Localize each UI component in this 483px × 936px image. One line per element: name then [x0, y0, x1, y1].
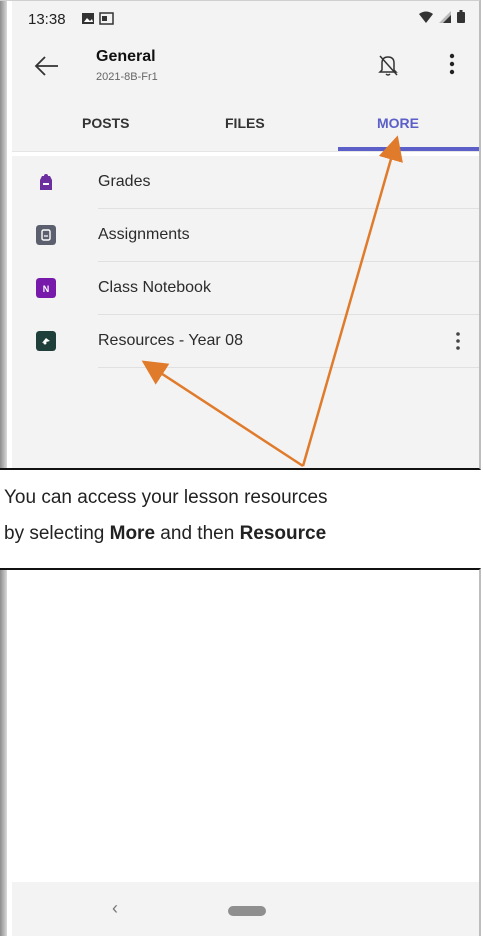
list-item-class-notebook[interactable]: N Class Notebook [12, 262, 479, 315]
back-arrow-icon[interactable] [34, 53, 60, 79]
notification-icons [82, 12, 116, 29]
status-bar: 13:38 [12, 1, 479, 35]
more-options-icon[interactable] [447, 51, 457, 77]
tab-files[interactable]: FILES [225, 115, 265, 131]
signal-icon [439, 10, 451, 23]
item-label: Resources - Year 08 [98, 332, 243, 349]
phone-screenshot-top: 13:38 General 2021-8B-Fr1 POSTS FILES MO… [0, 0, 481, 470]
tab-more[interactable]: MORE [377, 115, 419, 131]
phone-frame-edge [0, 570, 7, 936]
android-navigation-bar: ‹ [12, 882, 479, 936]
notifications-off-icon[interactable] [377, 53, 399, 77]
list-item-assignments[interactable]: Assignments [12, 209, 479, 262]
system-icons [419, 10, 465, 23]
more-tab-list: Grades Assignments N Class Notebook Reso… [12, 156, 479, 468]
nav-home-pill[interactable] [228, 906, 266, 916]
item-more-options-icon[interactable] [455, 331, 461, 351]
channel-title: General [96, 48, 156, 65]
app-bar: General 2021-8B-Fr1 [12, 35, 479, 95]
image-notification-icon [82, 12, 114, 25]
list-item-resources[interactable]: Resources - Year 08 [12, 315, 479, 368]
onenote-icon: N [36, 278, 56, 298]
caption-more-bold: More [109, 523, 156, 544]
item-label: Class Notebook [98, 279, 211, 296]
resources-icon [36, 331, 56, 351]
tab-bar: POSTS FILES MORE [12, 95, 479, 152]
item-label: Grades [98, 173, 151, 190]
phone-screenshot-bottom: ‹ [0, 568, 481, 936]
status-time: 13:38 [28, 11, 66, 28]
caption-line-1: You can access your lesson resources [4, 487, 328, 508]
svg-text:N: N [43, 284, 50, 294]
phone-frame-edge [0, 1, 7, 468]
divider [98, 367, 479, 368]
grades-icon [40, 174, 52, 190]
item-label: Assignments [98, 226, 190, 243]
active-tab-indicator [338, 147, 479, 151]
caption-text: by selecting [4, 523, 110, 544]
team-subtitle: 2021-8B-Fr1 [96, 71, 158, 83]
tab-posts[interactable]: POSTS [82, 115, 129, 131]
caption-resources-bold: Resource [239, 523, 327, 544]
instruction-caption: You can access your lesson resources by … [0, 480, 483, 552]
nav-back-icon[interactable]: ‹ [112, 898, 118, 919]
caption-line-2: by selecting More and then Resource [0, 516, 483, 552]
wifi-icon [419, 11, 433, 23]
assignments-icon [36, 225, 56, 245]
battery-icon [457, 10, 465, 23]
caption-text: and then [155, 523, 240, 544]
list-item-grades[interactable]: Grades [12, 156, 479, 209]
